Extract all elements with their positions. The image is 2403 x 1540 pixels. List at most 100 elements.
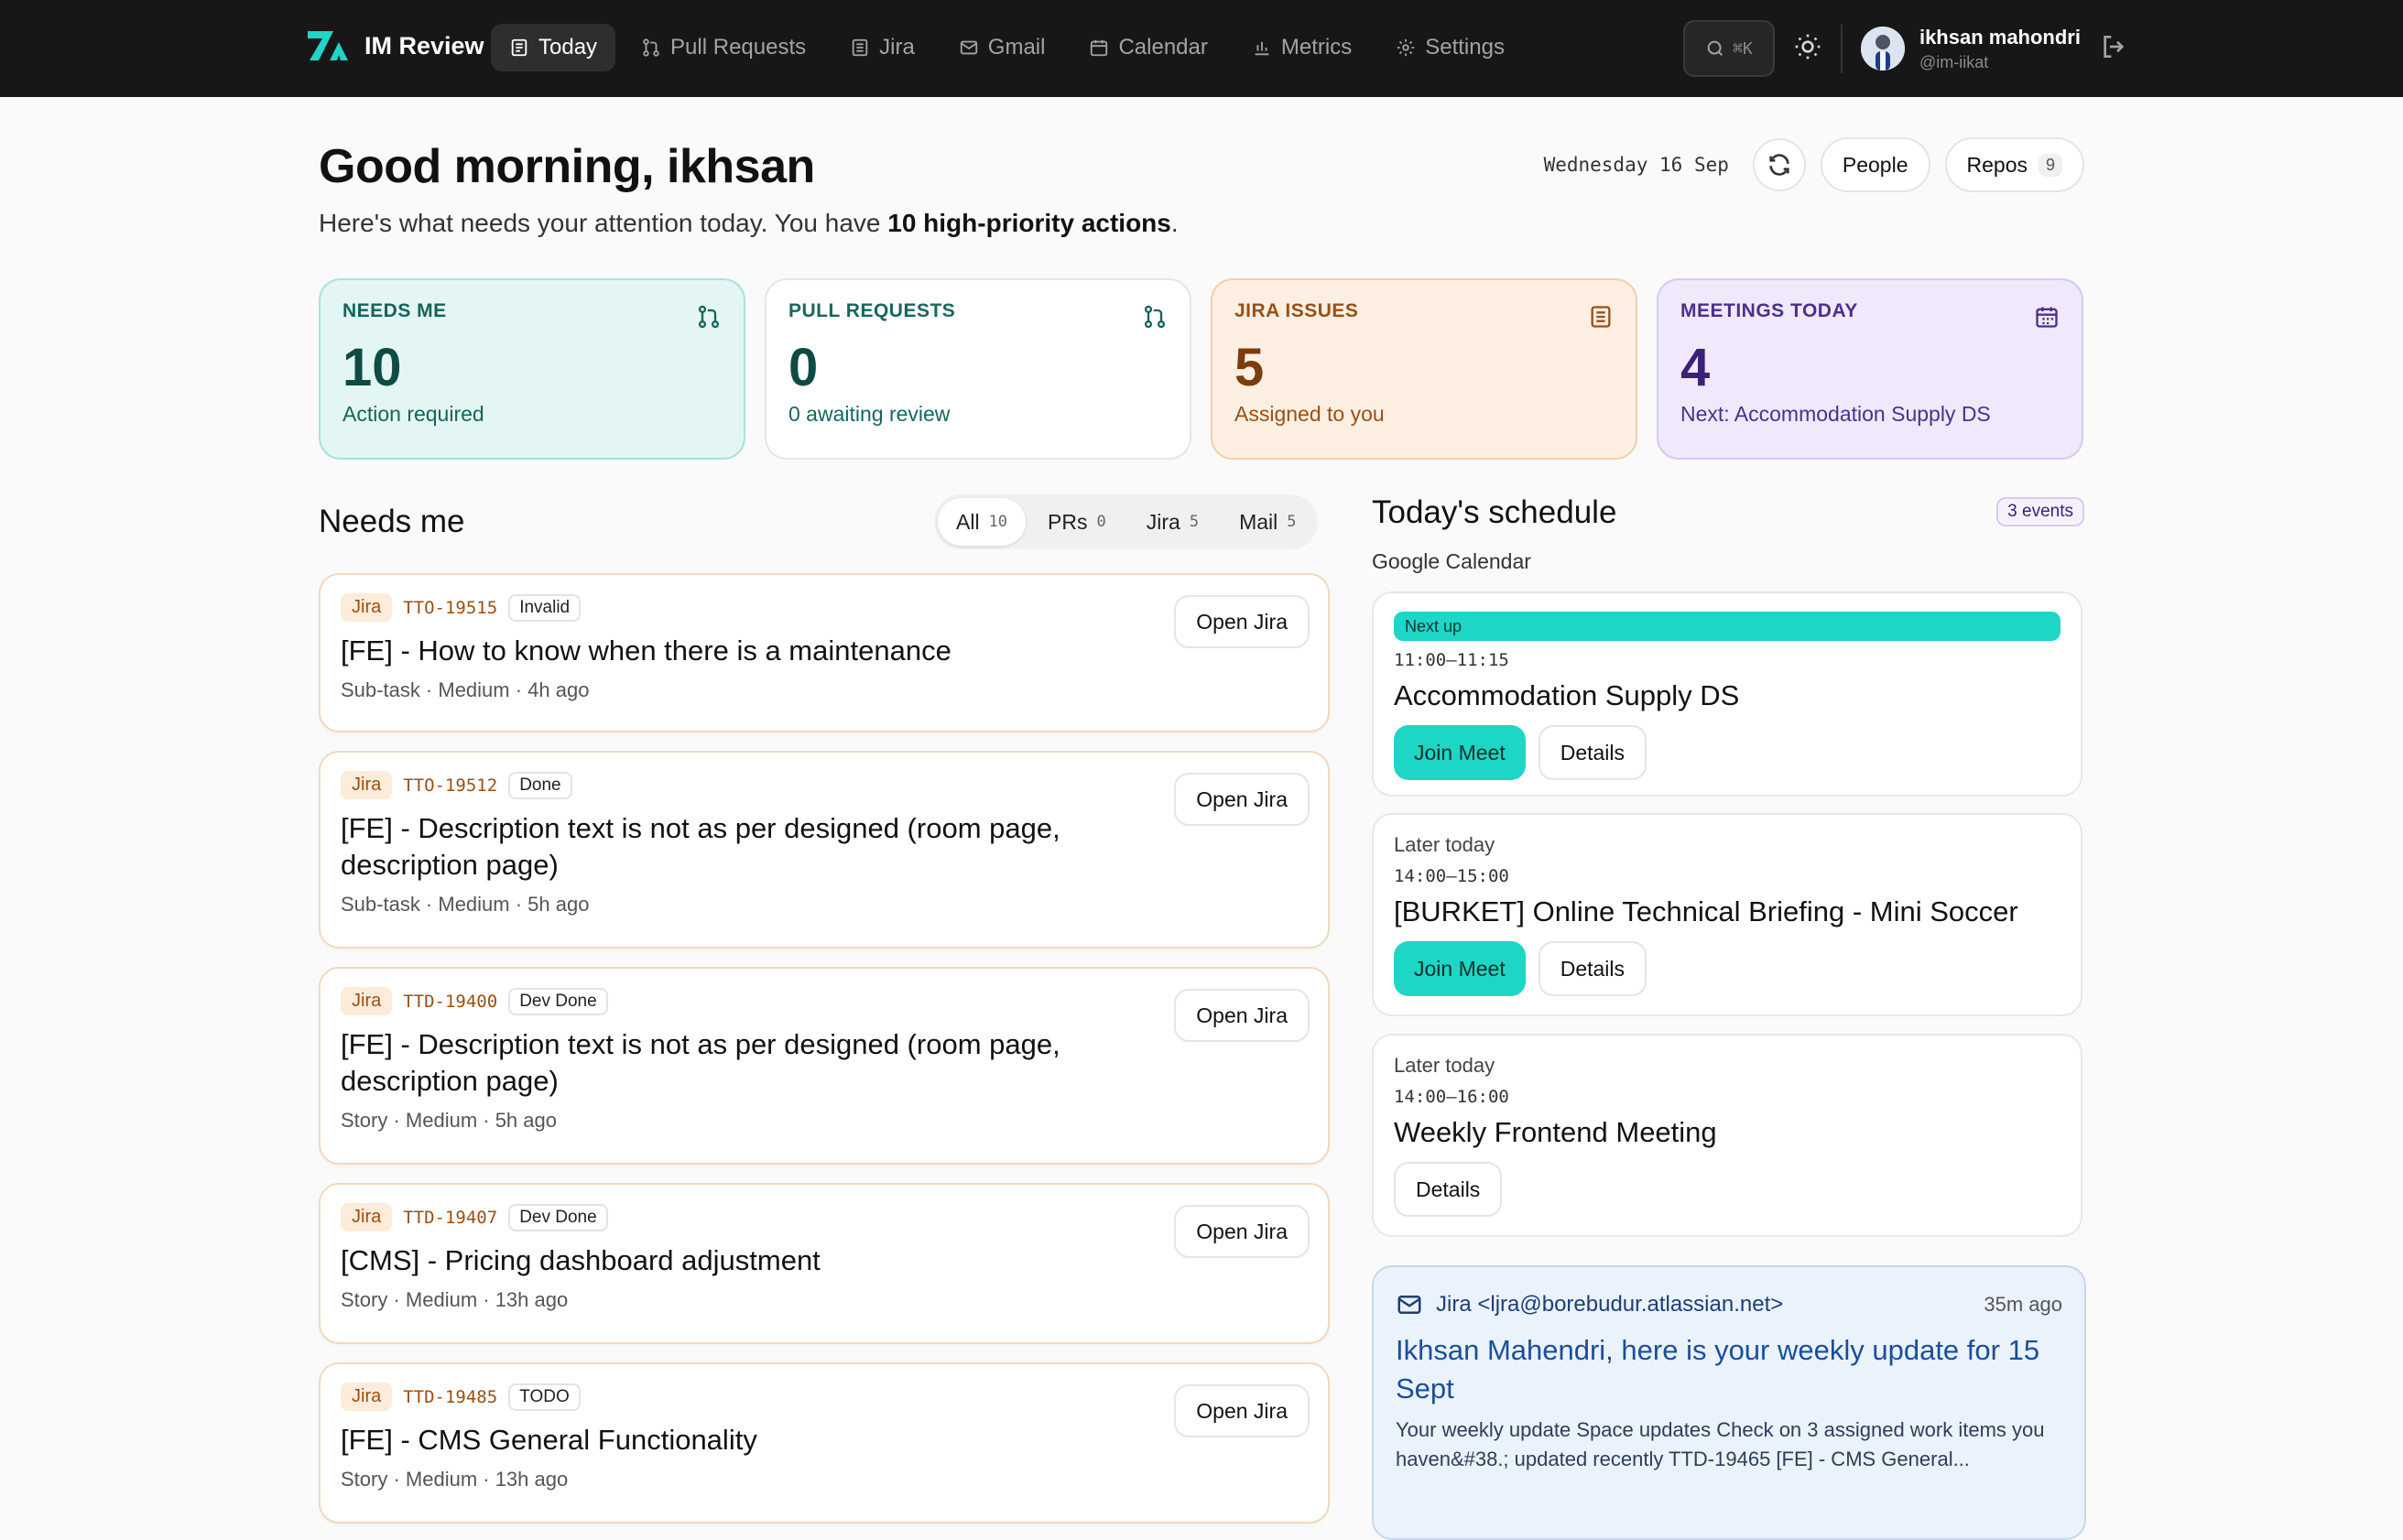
mail-subject[interactable]: Ikhsan Mahendri, here is your weekly upd…: [1396, 1331, 2062, 1408]
filter-jira[interactable]: Jira 5: [1128, 498, 1217, 546]
calendar-icon: [1091, 39, 1108, 57]
search-button[interactable]: ⌘K: [1682, 20, 1775, 77]
list-item[interactable]: Jira TTD-19407 Dev Done [CMS] - Pricing …: [319, 1183, 1330, 1344]
repos-count: 9: [2038, 153, 2062, 177]
filter-all[interactable]: All 10: [938, 498, 1027, 546]
subtitle-end: .: [1170, 209, 1179, 237]
nav-pull-requests[interactable]: Pull Requests: [623, 24, 824, 71]
people-button[interactable]: People: [1820, 137, 1930, 192]
subtitle-text: Here's what needs your attention today. …: [319, 209, 888, 237]
issue-key[interactable]: TTO-19512: [403, 775, 497, 796]
event-card[interactable]: Later today 14:00–15:00 [BURKET] Online …: [1372, 813, 2082, 1016]
item-title[interactable]: [FE] - CMS General Functionality: [341, 1422, 1092, 1459]
stat-desc: Action required: [343, 402, 484, 426]
stat-value: 0: [788, 338, 819, 397]
jira-icon: [1591, 306, 1611, 328]
list-item[interactable]: Jira TTO-19515 Invalid [FE] - How to kno…: [319, 573, 1330, 732]
filter-prs[interactable]: PRs 0: [1029, 498, 1125, 546]
stat-desc: Assigned to you: [1234, 402, 1385, 426]
people-label: People: [1842, 152, 1908, 177]
issue-key[interactable]: TTD-19400: [403, 992, 497, 1012]
item-meta: Story · Medium · 5h ago: [341, 1109, 557, 1132]
user-handle: @im-iikat: [1919, 52, 1989, 71]
page-title: Good morning, ikhsan: [319, 140, 815, 193]
avatar: [1860, 27, 1905, 70]
later-today-label: Later today: [1394, 1054, 1495, 1077]
nav-gmail[interactable]: Gmail: [941, 24, 1064, 71]
next-up-badge: Next up: [1394, 612, 2060, 641]
mail-time: 35m ago: [1984, 1293, 2062, 1316]
search-shortcut: ⌘K: [1733, 38, 1753, 59]
page-subtitle: Here's what needs your attention today. …: [319, 209, 1179, 238]
filter-count: 0: [1096, 513, 1106, 531]
list-item[interactable]: Jira TTO-19512 Done [FE] - Description t…: [319, 751, 1330, 949]
stat-card-needs-me[interactable]: NEEDS ME 10 Action required: [319, 278, 745, 460]
open-jira-button[interactable]: Open Jira: [1174, 989, 1310, 1042]
stat-label: MEETINGS TODAY: [1680, 300, 1858, 321]
event-card[interactable]: Later today 14:00–16:00 Weekly Frontend …: [1372, 1034, 2082, 1237]
refresh-button[interactable]: [1752, 138, 1806, 191]
open-jira-button[interactable]: Open Jira: [1174, 1384, 1310, 1437]
calendar-icon: [2036, 307, 2058, 328]
today-icon: [511, 38, 527, 57]
gear-icon: [1397, 38, 1415, 57]
mail-preview: Your weekly update Space updates Check o…: [1396, 1418, 2045, 1470]
issue-key[interactable]: TTD-19485: [403, 1387, 497, 1407]
stat-value: 4: [1680, 338, 1711, 397]
mail-card[interactable]: Jira <ljra@borebudur.atlassian.net> 35m …: [1372, 1265, 2086, 1540]
item-title[interactable]: [FE] - How to know when there is a maint…: [341, 633, 1092, 669]
item-meta: Story · Medium · 13h ago: [341, 1468, 569, 1491]
status-badge: Dev Done: [508, 987, 608, 1015]
stat-label: JIRA ISSUES: [1234, 300, 1359, 321]
event-card[interactable]: Next up 11:00–11:15 Accommodation Supply…: [1372, 591, 2082, 797]
item-title[interactable]: [FE] - Description text is not as per de…: [341, 810, 1092, 884]
open-jira-button[interactable]: Open Jira: [1174, 773, 1310, 826]
status-badge: TODO: [508, 1383, 581, 1411]
event-time: 14:00–15:00: [1394, 866, 1509, 886]
open-jira-button[interactable]: Open Jira: [1174, 1205, 1310, 1258]
nav-metrics[interactable]: Metrics: [1234, 24, 1370, 71]
source-tag: Jira: [341, 1383, 393, 1411]
logout-button[interactable]: [2099, 32, 2128, 66]
nav-today[interactable]: Today: [491, 24, 616, 71]
schedule-title: Today's schedule: [1372, 494, 1617, 530]
join-meet-button[interactable]: Join Meet: [1394, 941, 1526, 996]
item-meta: Sub-task · Medium · 5h ago: [341, 893, 590, 916]
filter-label: Jira: [1146, 509, 1180, 534]
stat-card-pull-requests[interactable]: PULL REQUESTS 0 0 awaiting review: [765, 278, 1191, 460]
open-jira-button[interactable]: Open Jira: [1174, 595, 1310, 648]
stat-card-meetings[interactable]: MEETINGS TODAY 4 Next: Accommodation Sup…: [1657, 278, 2083, 460]
current-date: Wednesday 16 Sep: [1543, 154, 1729, 176]
later-today-label: Later today: [1394, 833, 1495, 856]
event-count-badge: 3 events: [1996, 497, 2084, 526]
stat-desc: Next: Accommodation Supply DS: [1680, 402, 1991, 426]
details-button[interactable]: Details: [1538, 941, 1647, 996]
details-button[interactable]: Details: [1538, 725, 1647, 780]
list-item[interactable]: Jira TTD-19400 Dev Done [FE] - Descripti…: [319, 967, 1330, 1165]
join-meet-button[interactable]: Join Meet: [1394, 725, 1526, 780]
stat-label: NEEDS ME: [343, 300, 447, 321]
issue-key[interactable]: TTO-19515: [403, 598, 497, 618]
details-button[interactable]: Details: [1394, 1162, 1503, 1217]
item-title[interactable]: [CMS] - Pricing dashboard adjustment: [341, 1242, 1092, 1279]
logout-icon: [2104, 35, 2125, 58]
stat-card-jira-issues[interactable]: JIRA ISSUES 5 Assigned to you: [1211, 278, 1637, 460]
brand[interactable]: IM Review: [306, 27, 484, 64]
pull-request-icon: [698, 305, 720, 329]
search-icon: [1707, 40, 1723, 57]
theme-toggle[interactable]: [1793, 32, 1822, 66]
list-item[interactable]: Jira TTD-19485 TODO [FE] - CMS General F…: [319, 1362, 1330, 1524]
nav-label: Gmail: [987, 35, 1046, 60]
nav-calendar[interactable]: Calendar: [1071, 24, 1225, 71]
filter-mail[interactable]: Mail 5: [1221, 498, 1314, 546]
user-menu[interactable]: ikhsan mahondri @im-iikat: [1860, 25, 2081, 72]
filter-count: 5: [1189, 513, 1200, 531]
nav-settings[interactable]: Settings: [1377, 24, 1523, 71]
item-title[interactable]: [FE] - Description text is not as per de…: [341, 1026, 1092, 1100]
user-name: ikhsan mahondri: [1919, 25, 2081, 49]
nav-jira[interactable]: Jira: [832, 24, 933, 71]
issue-key[interactable]: TTD-19407: [403, 1208, 497, 1228]
pull-request-icon: [1144, 305, 1166, 329]
repos-button[interactable]: Repos 9: [1944, 137, 2084, 192]
event-title: Accommodation Supply DS: [1394, 679, 1740, 711]
